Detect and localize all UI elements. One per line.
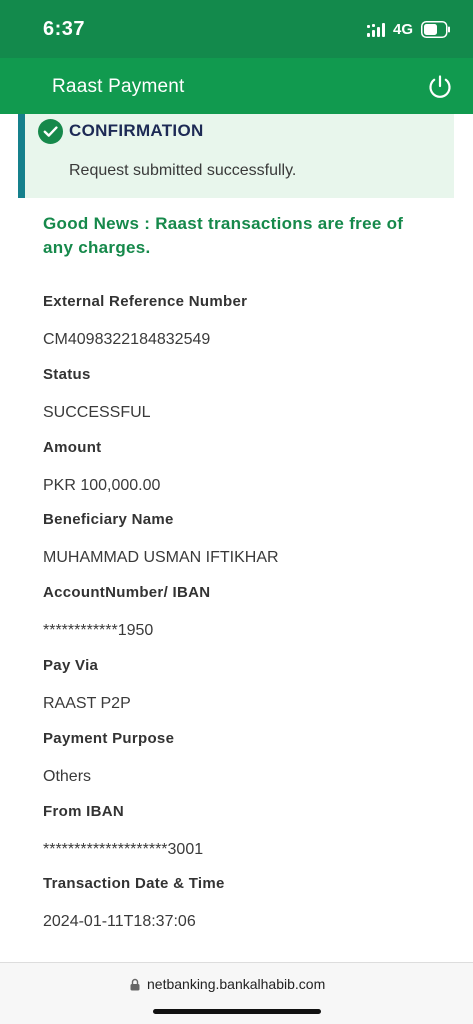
detail-label-amount: Amount bbox=[43, 439, 102, 456]
confirmation-banner: CONFIRMATION Request submitted successfu… bbox=[18, 114, 454, 198]
detail-label-payment-purpose: Payment Purpose bbox=[43, 730, 175, 747]
page-title: Raast Payment bbox=[52, 76, 185, 97]
detail-value-payment-purpose: Others bbox=[43, 768, 92, 785]
detail-label-beneficiary-name: Beneficiary Name bbox=[43, 511, 174, 528]
charges-notice: Good News : Raast transactions are free … bbox=[43, 214, 404, 257]
detail-value-pay-via: RAAST P2P bbox=[43, 695, 131, 712]
power-icon[interactable] bbox=[426, 73, 454, 101]
detail-label-account-number: AccountNumber/ IBAN bbox=[43, 584, 211, 601]
detail-value-account-number: ************1950 bbox=[43, 622, 154, 639]
url-text: netbanking.bankalhabib.com bbox=[147, 976, 326, 992]
lock-icon bbox=[130, 978, 140, 991]
app-bar: Raast Payment bbox=[0, 58, 473, 114]
check-circle-icon bbox=[38, 119, 63, 144]
detail-value-amount: PKR 100,000.00 bbox=[43, 477, 161, 494]
signal-icon bbox=[367, 23, 385, 37]
detail-value-status: SUCCESSFUL bbox=[43, 404, 151, 421]
detail-label-pay-via: Pay Via bbox=[43, 657, 99, 674]
detail-label-from-iban: From IBAN bbox=[43, 803, 125, 820]
detail-value-beneficiary-name: MUHAMMAD USMAN IFTIKHAR bbox=[43, 549, 279, 566]
network-label: 4G bbox=[393, 21, 414, 38]
confirmation-message: Request submitted successfully. bbox=[69, 162, 297, 179]
status-bar: 6:37 4G bbox=[0, 0, 473, 58]
detail-value-reference-number: CM4098322184832549 bbox=[43, 331, 211, 348]
detail-label-reference-number: External Reference Number bbox=[43, 293, 248, 310]
detail-label-transaction-date-time: Transaction Date & Time bbox=[43, 875, 225, 892]
browser-url-bar[interactable]: netbanking.bankalhabib.com bbox=[0, 962, 473, 1024]
battery-icon bbox=[421, 21, 450, 38]
detail-value-transaction-date-time: 2024-01-11T18:37:06 bbox=[43, 913, 196, 930]
status-time: 6:37 bbox=[43, 18, 86, 40]
detail-value-from-iban: ********************3001 bbox=[43, 841, 204, 858]
confirmation-title: CONFIRMATION bbox=[69, 121, 204, 140]
home-indicator[interactable] bbox=[153, 1009, 321, 1014]
detail-label-status: Status bbox=[43, 366, 91, 383]
